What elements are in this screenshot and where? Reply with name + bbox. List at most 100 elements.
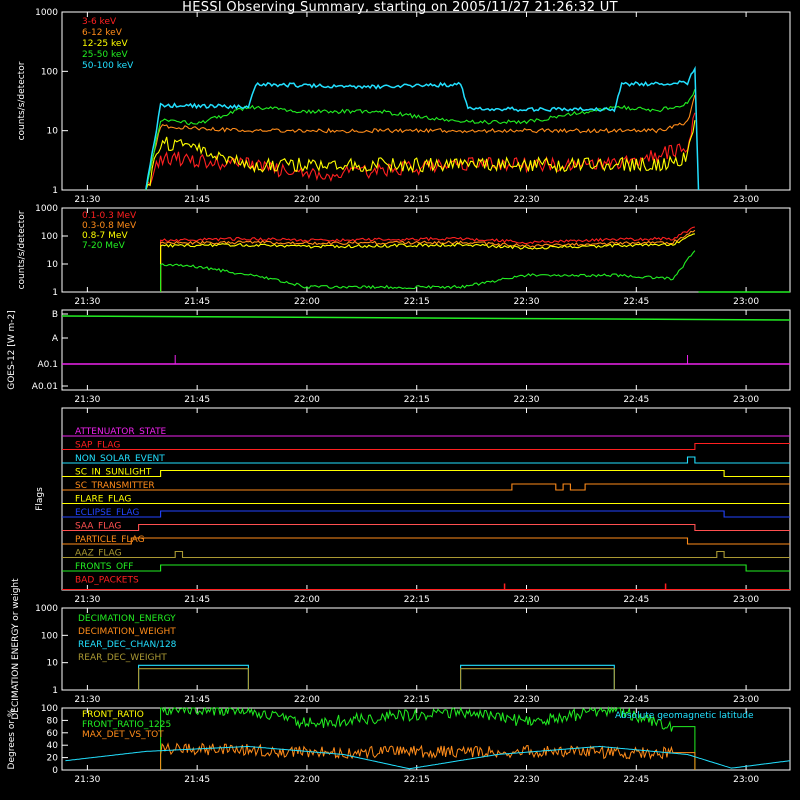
y-axis-label: DECIMATION ENERGY or weight <box>11 578 21 720</box>
x-tick-label: 21:30 <box>74 695 100 705</box>
series-line-red <box>161 227 695 292</box>
x-tick-label: 22:15 <box>404 695 430 705</box>
x-tick-label: 22:15 <box>404 297 430 307</box>
y-tick-label: 20 <box>47 754 59 764</box>
x-tick-label: 22:45 <box>623 695 649 705</box>
x-tick-label: 22:00 <box>294 395 320 405</box>
x-tick-label: 22:30 <box>514 195 540 205</box>
x-tick-label: 21:45 <box>184 195 210 205</box>
x-tick-label: 22:15 <box>404 775 430 785</box>
y-tick-label: 40 <box>47 741 59 751</box>
y-tick-label: 100 <box>41 232 58 242</box>
decimation-step <box>461 669 615 690</box>
flag-step-line <box>62 457 790 463</box>
y-axis-label: counts/s/detector <box>17 210 27 289</box>
series-line-red <box>146 113 695 187</box>
y-tick-label: A0.1 <box>38 360 58 370</box>
x-tick-label: 21:45 <box>184 395 210 405</box>
legend-entry: FRONT_RATIO_1225 <box>82 720 171 730</box>
x-tick-label: 22:30 <box>514 695 540 705</box>
x-tick-label: 21:45 <box>184 695 210 705</box>
x-tick-label: 23:00 <box>733 195 759 205</box>
flag-label: BAD_PACKETS <box>75 576 139 586</box>
flag-step-line <box>62 444 790 450</box>
flag-step-line <box>62 511 790 517</box>
x-tick-label: 22:15 <box>404 195 430 205</box>
decimation-step <box>139 669 249 690</box>
legend-entry: 0.1-0.3 MeV <box>82 211 137 221</box>
y-axis-label: counts/s/detector <box>17 61 27 140</box>
x-tick-label: 21:45 <box>184 297 210 307</box>
y-tick-label: 80 <box>47 716 59 726</box>
legend-entry: 6-12 keV <box>82 28 123 38</box>
y-tick-label: 1000 <box>35 8 58 18</box>
flag-step-line <box>62 565 790 571</box>
x-tick-label: 21:30 <box>74 297 100 307</box>
x-tick-label: 21:30 <box>74 595 100 605</box>
x-tick-label: 22:30 <box>514 297 540 307</box>
x-tick-label: 23:00 <box>733 297 759 307</box>
x-tick-label: 22:30 <box>514 395 540 405</box>
y-axis-label: Degrees or % <box>7 708 17 769</box>
legend-entry: DECIMATION_ENERGY <box>78 614 176 624</box>
panel-frame-1 <box>62 208 790 292</box>
legend-entry: 0.3-0.8 MeV <box>82 221 137 231</box>
legend-entry: DECIMATION_WEIGHT <box>78 627 176 637</box>
legend-entry: 3-6 keV <box>82 17 117 27</box>
flag-step-line <box>62 525 790 531</box>
flag-step-line <box>62 484 790 490</box>
y-tick-label: B <box>52 310 58 320</box>
y-tick-label: 100 <box>41 631 58 641</box>
x-tick-label: 23:00 <box>733 395 759 405</box>
y-tick-label: 100 <box>41 704 58 714</box>
x-tick-label: 21:45 <box>184 595 210 605</box>
flag-step-line <box>62 552 790 558</box>
x-tick-label: 22:45 <box>623 195 649 205</box>
legend-entry: 0.8-7 MeV <box>82 231 128 241</box>
x-tick-label: 21:30 <box>74 775 100 785</box>
x-tick-label: 21:45 <box>184 775 210 785</box>
panel-frame-2 <box>62 310 790 390</box>
y-tick-label: 10 <box>47 127 59 137</box>
y-tick-label: 1000 <box>35 204 58 214</box>
x-tick-label: 22:00 <box>294 775 320 785</box>
x-tick-label: 22:15 <box>404 595 430 605</box>
x-tick-label: 22:00 <box>294 195 320 205</box>
x-tick-label: 21:30 <box>74 395 100 405</box>
y-axis-label: Flags <box>35 487 45 511</box>
y-tick-label: 1000 <box>35 604 58 614</box>
y-tick-label: 1 <box>52 686 58 696</box>
flag-step-line <box>62 538 790 544</box>
y-tick-label: A0.01 <box>32 382 58 392</box>
legend-entry: REAR_DEC_CHAN/128 <box>78 640 177 650</box>
y-tick-label: 100 <box>41 67 58 77</box>
observing-summary-plots: 21:30 21:45 22:00 22:15 22:30 22:45 23:0011010… <box>0 0 800 800</box>
x-tick-label: 23:00 <box>733 775 759 785</box>
x-tick-label: 22:15 <box>404 395 430 405</box>
legend-entry: 12-25 keV <box>82 39 128 49</box>
x-tick-label: 22:00 <box>294 297 320 307</box>
ratio-line-cyan <box>65 746 790 768</box>
series-line-green <box>146 89 695 190</box>
legend-entry: 7-20 MeV <box>82 241 126 251</box>
legend-entry: MAX_DET_VS_TOT <box>82 730 164 740</box>
x-tick-label: 21:30 <box>74 195 100 205</box>
x-tick-label: 22:30 <box>514 775 540 785</box>
legend-entry: 50-100 keV <box>82 61 134 71</box>
y-tick-label: A <box>52 334 59 344</box>
legend-entry: FRONT_RATIO <box>82 710 144 720</box>
x-tick-label: 22:00 <box>294 595 320 605</box>
flag-step-line <box>62 471 790 477</box>
x-tick-label: 22:45 <box>623 297 649 307</box>
y-tick-label: 60 <box>47 729 59 739</box>
x-tick-label: 22:45 <box>623 775 649 785</box>
goes-long-line <box>62 316 790 320</box>
y-tick-label: 10 <box>47 260 59 270</box>
x-tick-label: 22:00 <box>294 695 320 705</box>
x-tick-label: 22:30 <box>514 595 540 605</box>
x-tick-label: 23:00 <box>733 695 759 705</box>
y-tick-label: 1 <box>52 186 58 196</box>
legend-entry: REAR_DEC_WEIGHT <box>78 653 167 663</box>
x-tick-label: 22:45 <box>623 595 649 605</box>
panel-frame-3 <box>62 408 790 590</box>
